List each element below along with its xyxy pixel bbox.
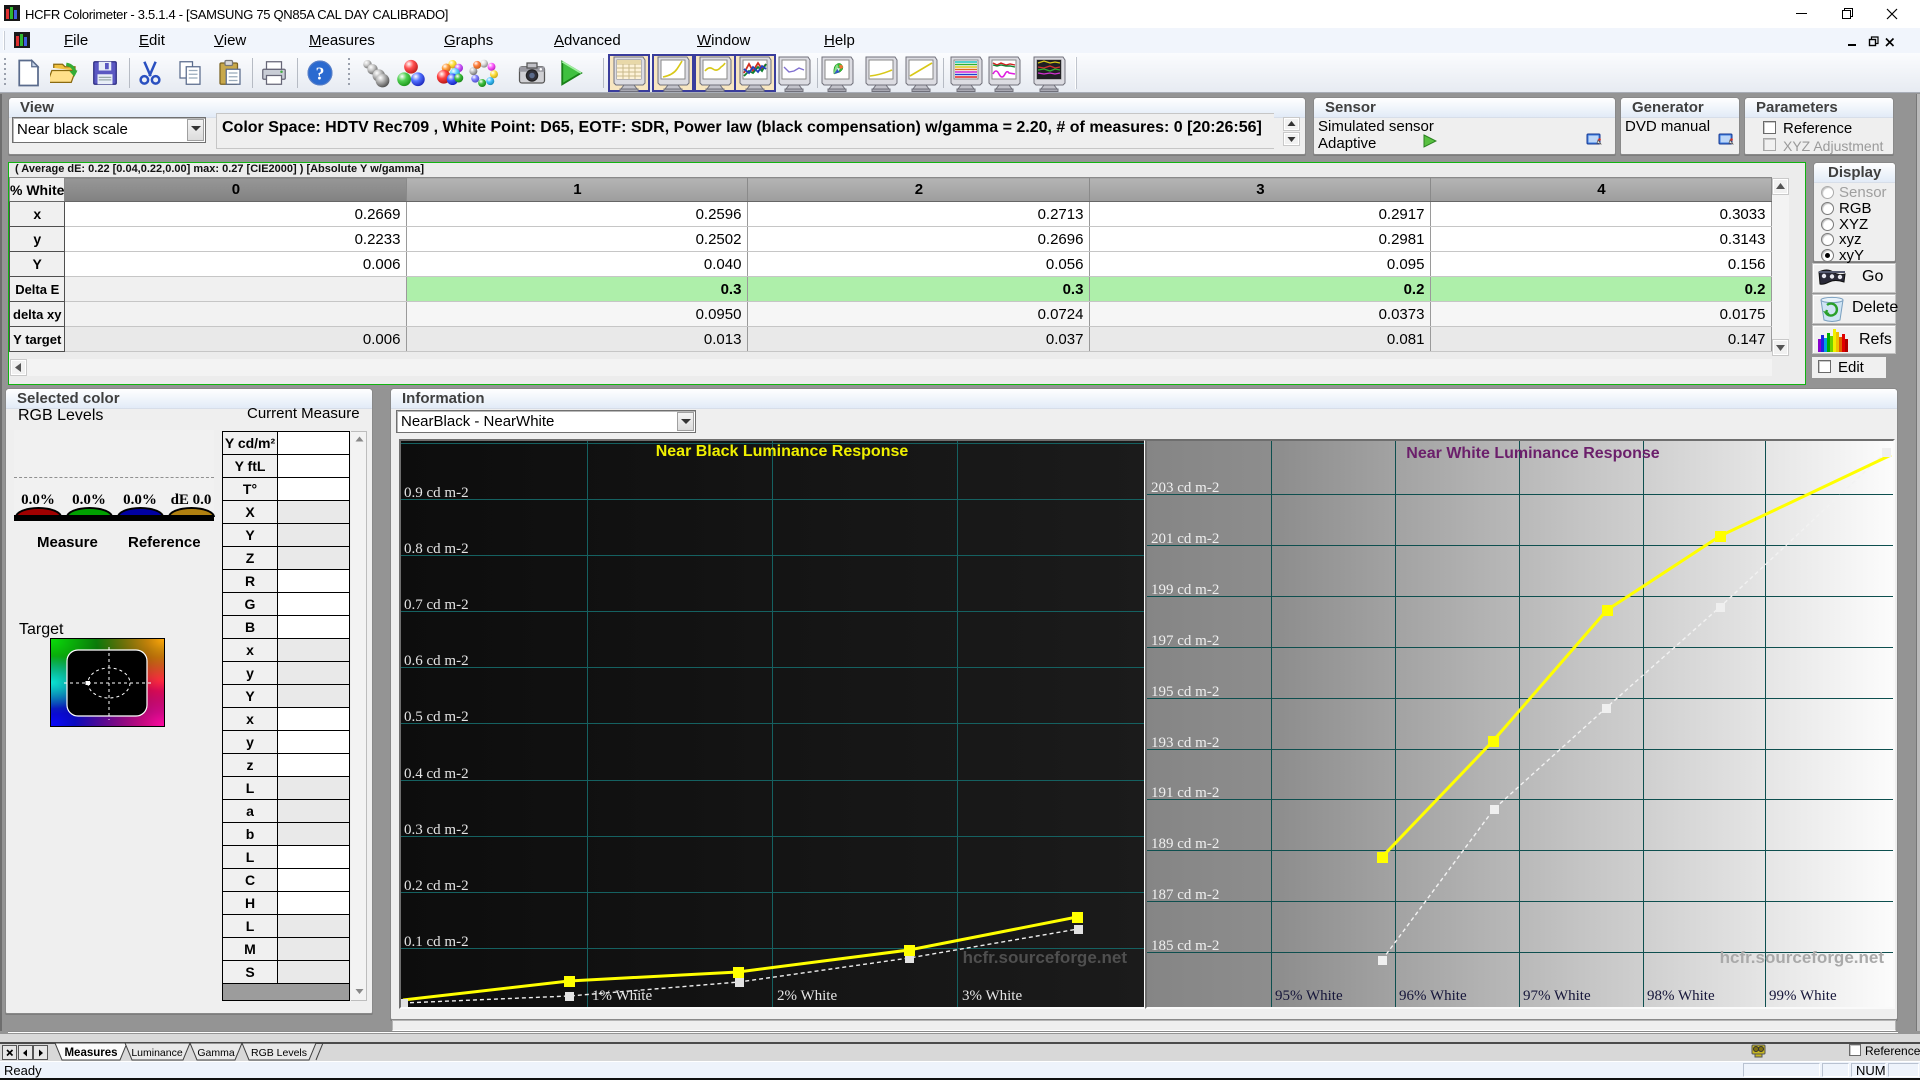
svg-text:?: ?: [316, 63, 325, 83]
svg-text:Measures: Measures: [64, 1047, 117, 1059]
svg-text:Luminance: Luminance: [131, 1047, 183, 1059]
svg-text:RGB Levels: RGB Levels: [251, 1047, 307, 1059]
svg-text:Gamma: Gamma: [197, 1047, 235, 1059]
